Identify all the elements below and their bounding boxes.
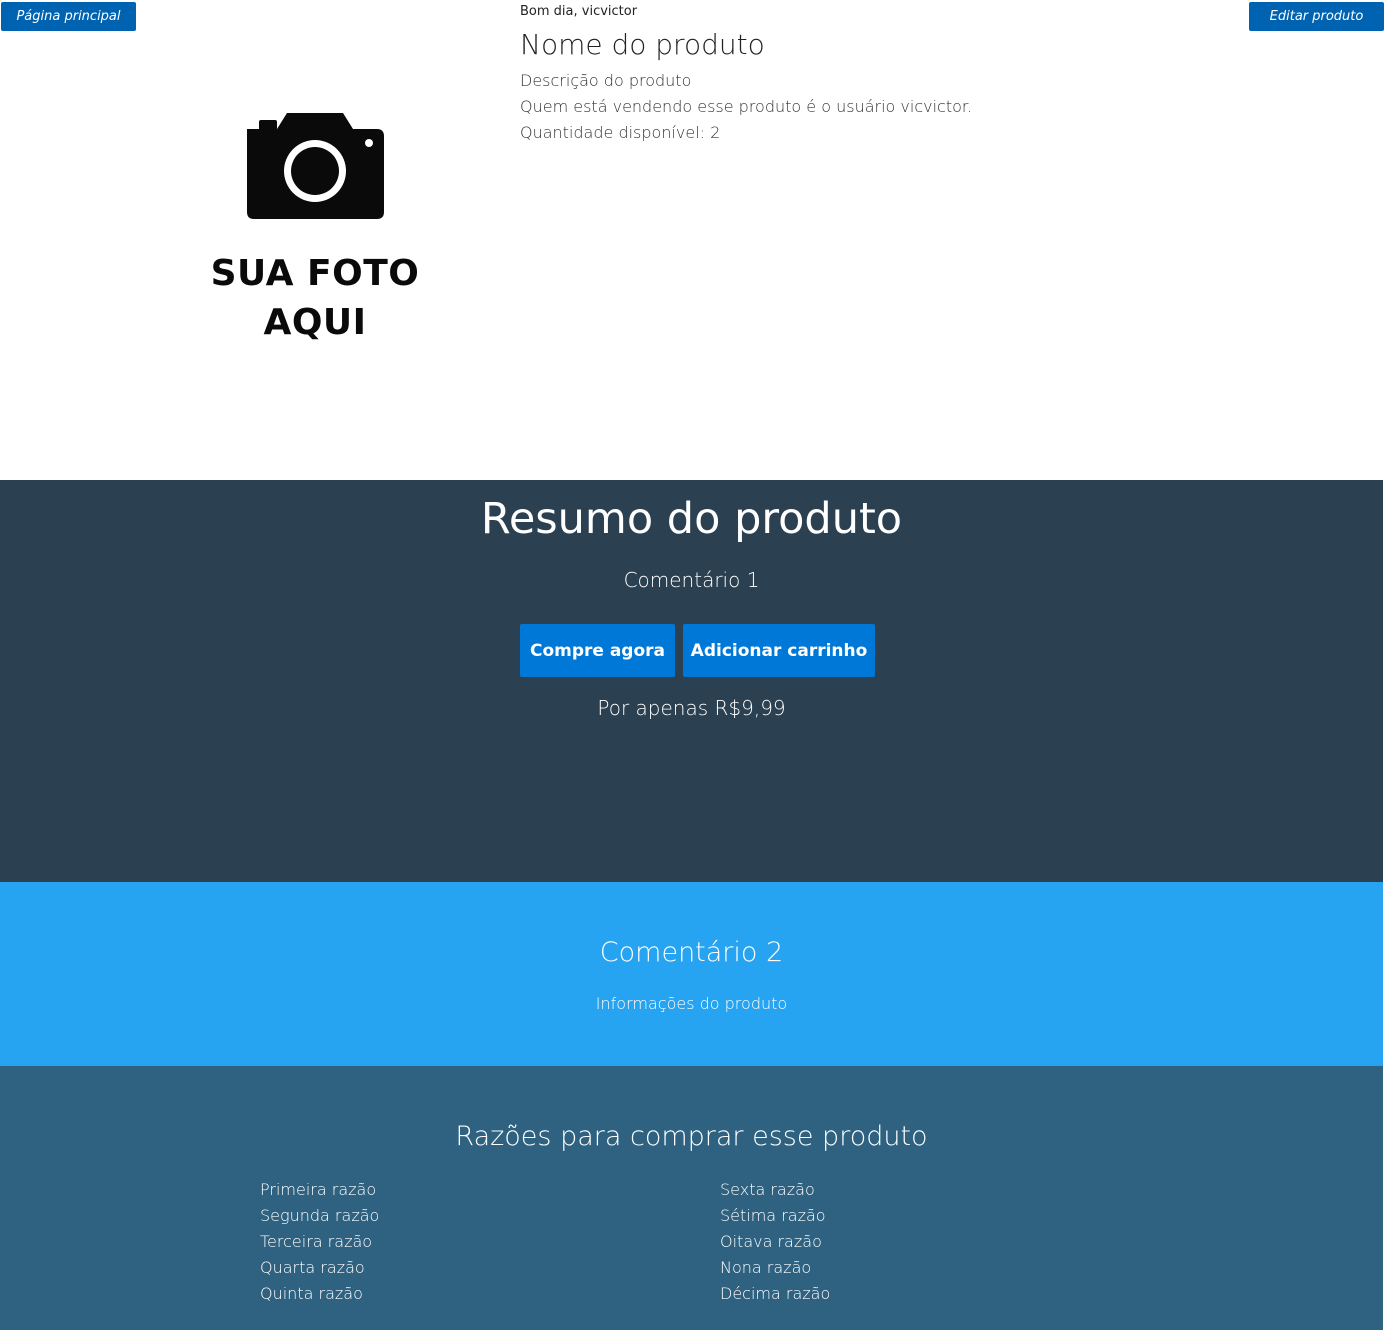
product-header-section: Página principal Editar produto SUA FOTO… bbox=[0, 0, 1385, 480]
product-quantity: Quantidade disponível: 2 bbox=[520, 123, 721, 142]
reasons-section: Razões para comprar esse produto Primeir… bbox=[0, 1066, 1383, 1330]
reason-item: Nona razão bbox=[720, 1258, 812, 1277]
reason-item: Sétima razão bbox=[720, 1206, 826, 1225]
reason-item: Quarta razão bbox=[260, 1258, 365, 1277]
reason-item: Sexta razão bbox=[720, 1180, 815, 1199]
reasons-list-right: Sexta razão Sétima razão Oitava razão No… bbox=[720, 1177, 830, 1307]
reason-item: Décima razão bbox=[720, 1284, 831, 1303]
photo-placeholder-text-line2: AQUI bbox=[263, 302, 367, 343]
comment-section: Comentário 2 Informações do produto bbox=[0, 882, 1383, 1066]
photo-placeholder-text-line1: SUA FOTO bbox=[210, 253, 420, 294]
greeting-text: Bom dia, vicvictor bbox=[520, 4, 638, 19]
reasons-title: Razões para comprar esse produto bbox=[455, 1121, 928, 1152]
add-to-cart-button[interactable]: Adicionar carrinho bbox=[683, 624, 875, 677]
product-summary-section: Resumo do produto Comentário 1 Compre ag… bbox=[0, 480, 1383, 882]
home-page-button[interactable]: Página principal bbox=[1, 2, 136, 31]
buy-now-button[interactable]: Compre agora bbox=[520, 624, 675, 677]
product-price: Por apenas R$9,99 bbox=[597, 696, 786, 720]
comment-title: Comentário 2 bbox=[599, 937, 784, 968]
edit-product-button[interactable]: Editar produto bbox=[1249, 2, 1384, 31]
product-name: Nome do produto bbox=[520, 28, 765, 61]
product-information-text: Informações do produto bbox=[595, 994, 788, 1013]
summary-comment: Comentário 1 bbox=[623, 568, 760, 592]
summary-title: Resumo do produto bbox=[480, 494, 903, 544]
product-seller: Quem está vendendo esse produto é o usuá… bbox=[520, 97, 973, 116]
reason-item: Segunda razão bbox=[260, 1206, 380, 1225]
camera-icon bbox=[247, 113, 384, 219]
product-photo-placeholder: SUA FOTO AQUI bbox=[205, 105, 425, 355]
reasons-list-left: Primeira razão Segunda razão Terceira ra… bbox=[260, 1177, 379, 1307]
reason-item: Terceira razão bbox=[260, 1232, 373, 1251]
reason-item: Oitava razão bbox=[720, 1232, 822, 1251]
product-description: Descrição do produto bbox=[520, 71, 692, 90]
reason-item: Quinta razão bbox=[260, 1284, 363, 1303]
reason-item: Primeira razão bbox=[260, 1180, 377, 1199]
